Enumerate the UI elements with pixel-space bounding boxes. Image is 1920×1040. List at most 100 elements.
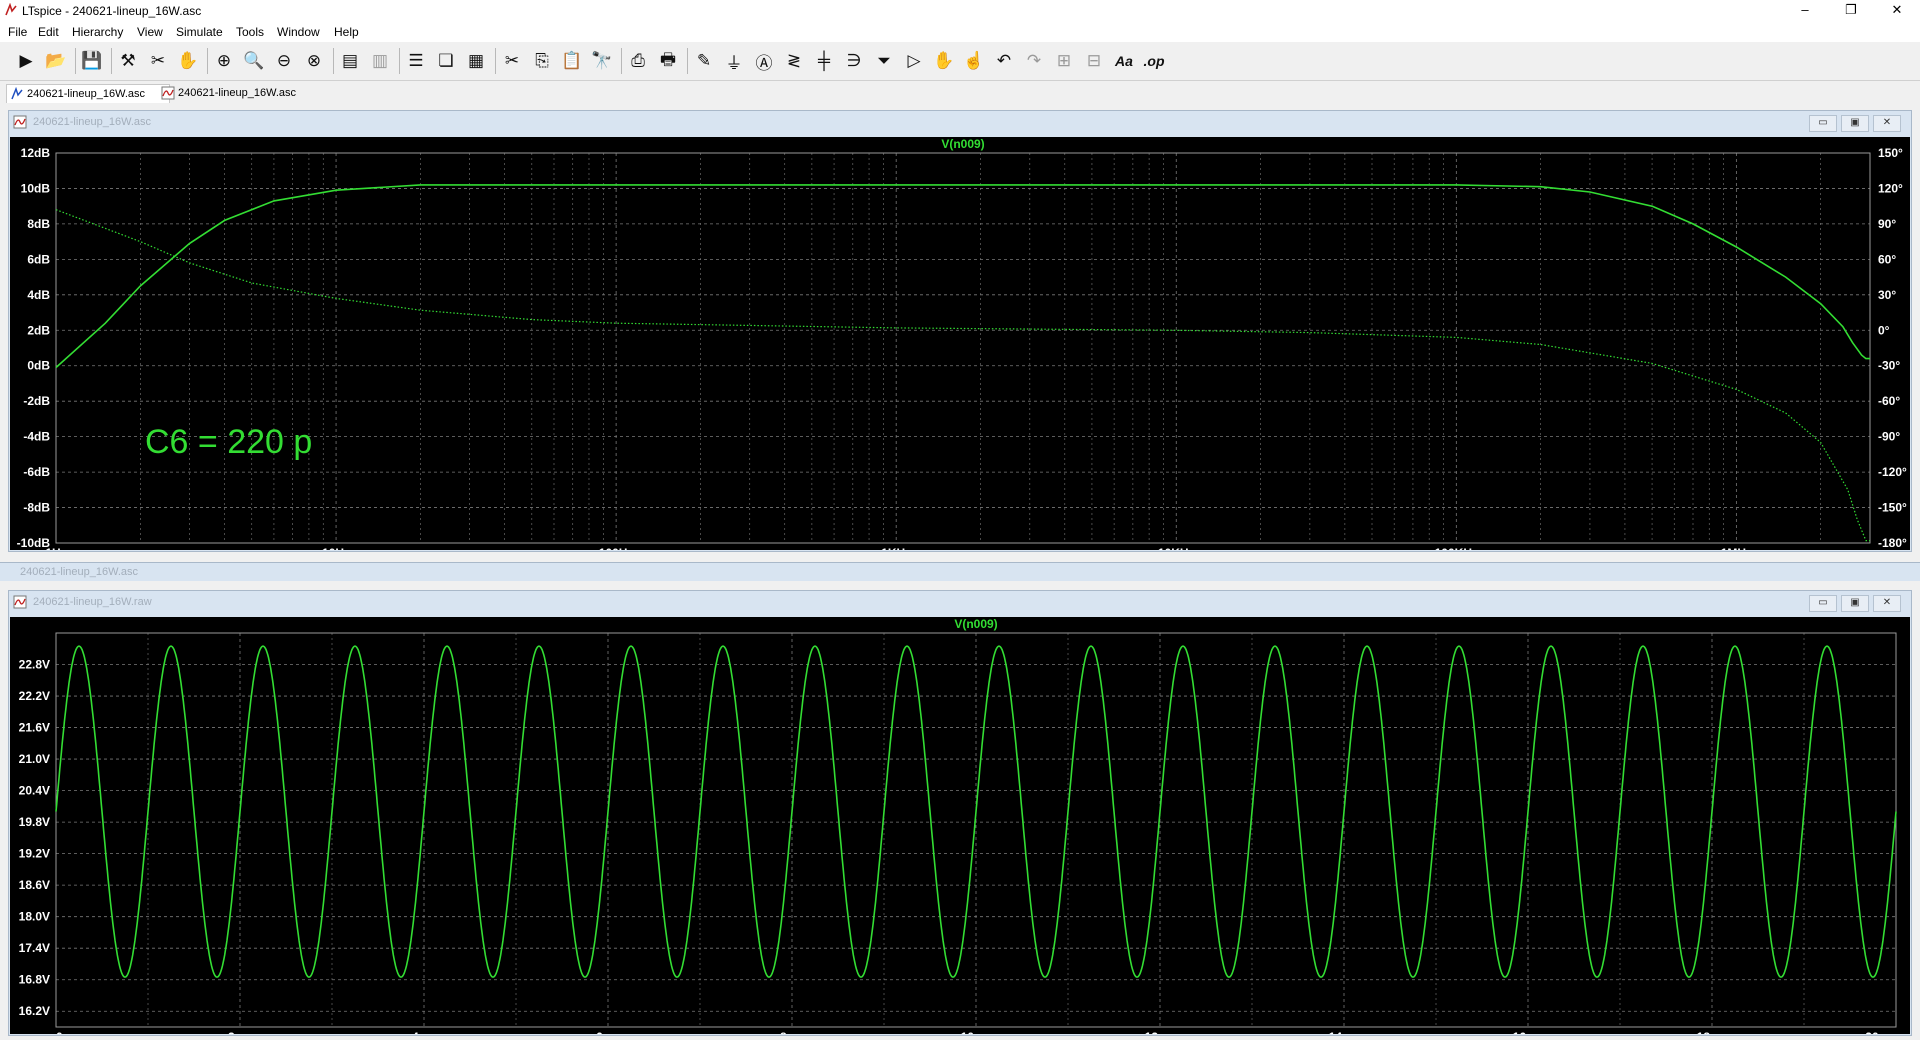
y-tick-label: 8dB: [27, 217, 50, 231]
y2-tick-label: -90°: [1878, 430, 1900, 444]
toolbar-separator: [207, 48, 208, 74]
y-tick-label: 16.2V: [19, 1004, 50, 1018]
open-icon[interactable]: 📂: [44, 49, 68, 73]
x-tick-label: 100Hz: [599, 546, 634, 550]
x-tick-label: 1MHz: [1721, 546, 1752, 550]
text-icon[interactable]: Aa: [1112, 49, 1136, 73]
menu-edit[interactable]: Edit: [38, 25, 59, 39]
control-panel-icon[interactable]: ⚒: [116, 49, 140, 73]
menu-help[interactable]: Help: [334, 25, 359, 39]
y-tick-label: 19.8V: [19, 815, 50, 829]
cut-icon[interactable]: ✂: [500, 49, 524, 73]
y-tick-label: 12dB: [21, 146, 51, 160]
mirror-icon[interactable]: ⊟: [1082, 49, 1106, 73]
y-tick-label: 20.4V: [19, 784, 50, 798]
drag-icon[interactable]: ☝: [962, 49, 986, 73]
restore-button[interactable]: ❐: [1828, 0, 1874, 22]
pane-title: 240621-lineup_16W.asc: [20, 566, 139, 578]
collapsed-schematic-pane[interactable]: 240621-lineup_16W.asc: [0, 562, 1920, 581]
y-tick-label: 18.0V: [19, 910, 50, 924]
y-tick-label: -2dB: [23, 394, 50, 408]
x-tick-label: 10Hz: [322, 546, 350, 550]
x-tick-label: 12ms: [1145, 1030, 1176, 1034]
x-tick-label: 6ms: [596, 1030, 620, 1034]
diode-icon[interactable]: ⏷: [872, 49, 896, 73]
find-icon[interactable]: 🔭: [590, 49, 614, 73]
minimize-button[interactable]: –: [1782, 0, 1828, 22]
move-icon[interactable]: ✋: [932, 49, 956, 73]
menu-file[interactable]: File: [8, 25, 27, 39]
y-tick-label: 21.0V: [19, 752, 50, 766]
run-icon[interactable]: ▶: [14, 49, 38, 73]
x-tick-label: 10KHz: [1158, 546, 1195, 550]
pane-title: 240621-lineup_16W.asc: [33, 116, 152, 128]
redo-icon[interactable]: ↷: [1022, 49, 1046, 73]
y-tick-label: -10dB: [17, 536, 51, 550]
draw-wire-icon[interactable]: ✎: [692, 49, 716, 73]
pane-restore-button[interactable]: ▣: [1841, 595, 1869, 612]
menu-simulate[interactable]: Simulate: [176, 25, 223, 39]
y-tick-label: -4dB: [23, 430, 50, 444]
pane-minimize-button[interactable]: ▭: [1809, 595, 1837, 612]
autorange-icon[interactable]: ▤: [338, 49, 362, 73]
transient-chart[interactable]: 0ms 2ms 4ms 6ms 8ms 10ms 12ms 14ms 16ms 18ms 20ms 2…: [10, 617, 1910, 1040]
ac-plot-area[interactable]: 1Hz10Hz100Hz1KHz10KHz100KHz1MHz12dB150°1…: [10, 137, 1910, 560]
spice-directive-icon[interactable]: .op: [1142, 49, 1166, 73]
ac-plot-window: 240621-lineup_16W.asc ▭ ▣ ✕ 1Hz10Hz100Hz…: [8, 110, 1912, 560]
close-button[interactable]: ✕: [1874, 0, 1920, 22]
y2-tick-label: -150°: [1878, 501, 1907, 515]
zoom-in-icon[interactable]: ⊕: [212, 49, 236, 73]
pane-close-button[interactable]: ✕: [1873, 115, 1901, 132]
component-icon[interactable]: ▷: [902, 49, 926, 73]
paste-icon[interactable]: 📋: [560, 49, 584, 73]
y-tick-label: -6dB: [23, 465, 50, 479]
resistor-icon[interactable]: ≷: [782, 49, 806, 73]
x-tick-label: 2ms: [228, 1030, 252, 1034]
undo-icon[interactable]: ↶: [992, 49, 1016, 73]
y2-tick-label: -30°: [1878, 359, 1900, 373]
y-tick-label: -8dB: [23, 501, 50, 515]
x-tick-label: 16ms: [1513, 1030, 1544, 1034]
save-icon[interactable]: 💾: [80, 49, 104, 73]
copy-icon[interactable]: ⎘: [530, 49, 554, 73]
menu-hierarchy[interactable]: Hierarchy: [72, 25, 123, 39]
menu-view[interactable]: View: [137, 25, 163, 39]
cascade-icon[interactable]: ❏: [434, 49, 458, 73]
x-tick-label: 1KHz: [881, 546, 911, 550]
capacitor-icon[interactable]: ╪: [812, 49, 836, 73]
pane-minimize-button[interactable]: ▭: [1809, 115, 1837, 132]
y-tick-label: 18.6V: [19, 878, 50, 892]
pane-close-button[interactable]: ✕: [1873, 595, 1901, 612]
y2-tick-label: 150°: [1878, 146, 1903, 160]
label-net-icon[interactable]: Ⓐ: [752, 49, 776, 73]
menu-window[interactable]: Window: [277, 25, 320, 39]
zoom-area-icon[interactable]: 🔍: [242, 49, 266, 73]
toolbar-separator: [75, 48, 76, 74]
pane-restore-button[interactable]: ▣: [1841, 115, 1869, 132]
tab-schematic[interactable]: 240621-lineup_16W.asc: [6, 84, 170, 103]
y-tick-label: 21.6V: [19, 721, 50, 735]
y-tick-label: 16.8V: [19, 973, 50, 987]
tile-vertical-icon[interactable]: ▦: [464, 49, 488, 73]
tile-horizontal-icon[interactable]: ☰: [404, 49, 428, 73]
toolbar-separator: [495, 48, 496, 74]
pan-icon[interactable]: ✋: [176, 49, 200, 73]
x-tick-label: 0ms: [56, 1030, 80, 1034]
menu-tools[interactable]: Tools: [236, 25, 264, 39]
pane-title: 240621-lineup_16W.raw: [33, 596, 152, 608]
autorange-x-icon[interactable]: ▥: [368, 49, 392, 73]
transient-plot-area[interactable]: 0ms 2ms 4ms 6ms 8ms 10ms 12ms 14ms 16ms 18ms 20ms 2…: [10, 617, 1910, 1040]
tab-waveform[interactable]: 240621-lineup_16W.asc: [158, 84, 320, 102]
ground-icon[interactable]: ⏚: [722, 49, 746, 73]
print-icon[interactable]: 🖶: [656, 49, 680, 73]
trace-title: V(n009): [941, 137, 984, 151]
inductor-icon[interactable]: ∋: [842, 49, 866, 73]
zoom-fit-icon[interactable]: ⊗: [302, 49, 326, 73]
zoom-out-icon[interactable]: ⊖: [272, 49, 296, 73]
rotate-icon[interactable]: ⊞: [1052, 49, 1076, 73]
toolbar-separator: [621, 48, 622, 74]
toolbar-separator: [333, 48, 334, 74]
print-preview-icon[interactable]: ⎙: [626, 49, 650, 73]
ac-bode-chart[interactable]: 1Hz10Hz100Hz1KHz10KHz100KHz1MHz12dB150°1…: [10, 137, 1910, 560]
halt-icon[interactable]: ✂: [146, 49, 170, 73]
